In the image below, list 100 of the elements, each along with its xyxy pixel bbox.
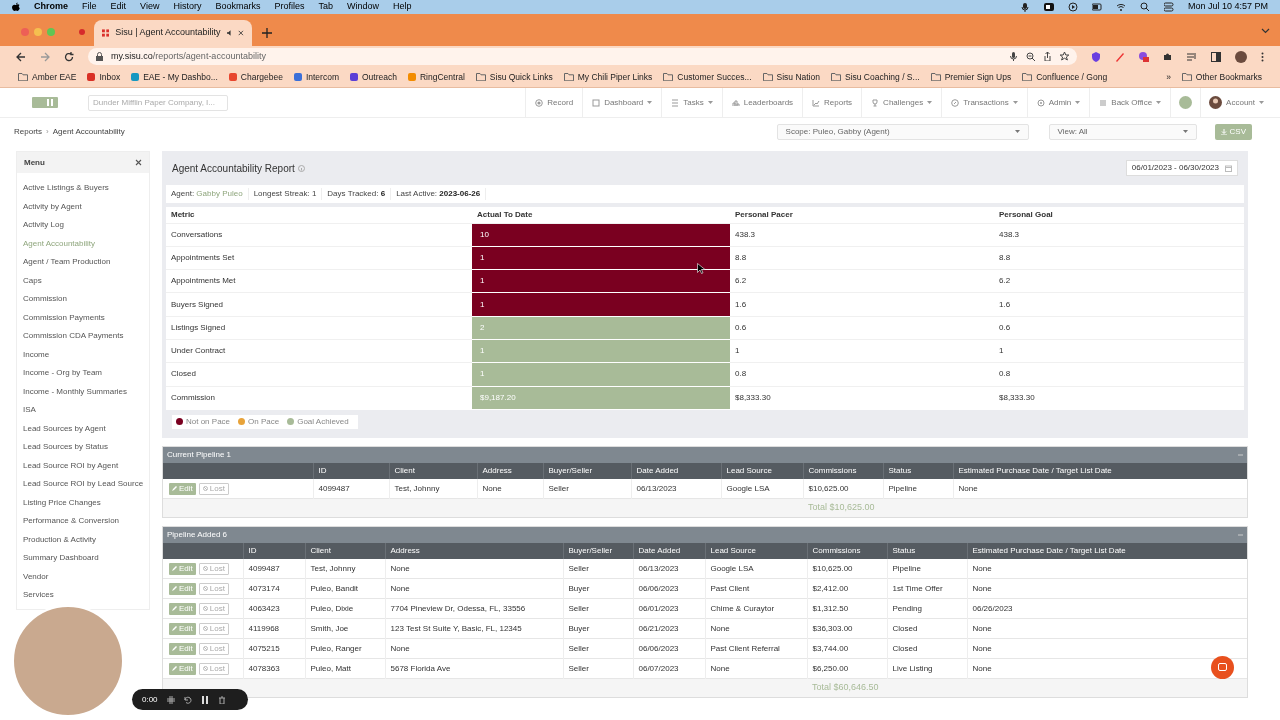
menu-item[interactable]: Profiles	[274, 0, 305, 14]
bookmark[interactable]: Confluence / Gong	[1022, 70, 1108, 84]
menu-item[interactable]: Lead Source ROI by Agent	[17, 456, 149, 475]
bookmark[interactable]: Outreach	[350, 70, 397, 84]
nav-item[interactable]: Back Office	[1089, 87, 1171, 118]
menu-item[interactable]: Income	[17, 345, 149, 364]
ban-icon	[202, 666, 208, 672]
pen-extension-icon[interactable]	[1115, 51, 1125, 62]
media-list-icon[interactable]	[1187, 51, 1197, 62]
bookmark[interactable]: Amber EAE	[18, 70, 77, 84]
menu-item[interactable]: Bookmarks	[215, 0, 261, 14]
pencil-icon	[172, 586, 177, 592]
nav-item[interactable]: Admin	[1026, 87, 1090, 118]
bookmark[interactable]: Premier Sign Ups	[930, 70, 1012, 84]
zoom-icon[interactable]	[1026, 52, 1035, 61]
menu-item[interactable]: Income - Org by Team	[17, 364, 149, 383]
menu-item[interactable]: Services	[17, 586, 149, 605]
menu-item[interactable]: Commission CDA Payments	[17, 327, 149, 346]
table-cell: 4073174	[243, 578, 305, 599]
menu-item[interactable]: Window	[346, 0, 379, 14]
browser-tab[interactable]: Sisu | Agent Accountability	[94, 20, 252, 46]
nav-item[interactable]: Transactions	[941, 87, 1027, 118]
bookmark[interactable]: EAE - My Dashbo...	[131, 70, 218, 84]
menu-item[interactable]: View	[140, 0, 160, 14]
menu-item[interactable]: Summary Dashboard	[17, 549, 149, 568]
puzzle-icon[interactable]	[1163, 51, 1173, 62]
menu-item[interactable]: Commission	[17, 290, 149, 309]
menu-item[interactable]: Chrome	[34, 0, 68, 14]
table-cell: Puleo, Matt	[305, 658, 385, 679]
star-icon[interactable]	[1060, 52, 1069, 61]
bookmark[interactable]: My Chili Piper Links	[563, 70, 653, 84]
menu-item[interactable]: Caps	[17, 271, 149, 290]
bookmark[interactable]: Other Bookmarks	[1181, 70, 1262, 84]
trophy-icon	[871, 98, 880, 107]
bookmark[interactable]: Customer Succes...	[663, 70, 752, 84]
menu-item[interactable]: Income - Monthly Summaries	[17, 382, 149, 401]
more-bookmarks-button[interactable]: »	[1166, 70, 1171, 84]
nav-item[interactable]: Record	[525, 87, 583, 118]
breadcrumb-link[interactable]: Reports	[14, 125, 42, 138]
menu-item[interactable]: Tab	[318, 0, 333, 14]
address-bar[interactable]: my.sisu.co/reports/agent-accountability	[88, 48, 1077, 65]
bookmark[interactable]: Intercom	[293, 70, 339, 84]
menu-item[interactable]: Performance & Conversion	[17, 512, 149, 531]
nav-item[interactable]: Tasks	[661, 87, 722, 118]
table-cell: $3,744.00	[807, 638, 887, 659]
close-icon[interactable]	[135, 159, 142, 166]
grid-icon[interactable]	[166, 695, 175, 704]
profile-avatar[interactable]	[1235, 50, 1247, 63]
menu-item[interactable]: Production & Activity	[17, 530, 149, 549]
pause-icon[interactable]	[200, 695, 209, 704]
more-menu-icon[interactable]	[1261, 51, 1264, 62]
menu-item[interactable]: Active Listings & Buyers	[17, 179, 149, 198]
table-cell: Test, Johnny	[389, 478, 477, 499]
menu-item[interactable]: Lead Source ROI by Lead Source	[17, 475, 149, 494]
menu-item[interactable]: File	[82, 0, 97, 14]
table-cell: Under Contract	[166, 339, 472, 363]
shield-extension-icon[interactable]	[1091, 51, 1101, 62]
account-menu[interactable]: Account	[1200, 87, 1264, 118]
bookmark[interactable]: Sisu Quick Links	[475, 70, 553, 84]
table-cell: Puleo, Ranger	[305, 638, 385, 659]
share-icon[interactable]	[1043, 52, 1052, 61]
menu-item[interactable]: Help	[393, 0, 412, 14]
menu-item[interactable]: Lead Sources by Status	[17, 438, 149, 457]
bookmark[interactable]: Inbox	[87, 70, 121, 84]
reload-icon[interactable]	[64, 51, 74, 62]
badge-extension-icon[interactable]	[1139, 51, 1149, 62]
table-cell: $2,412.00	[807, 578, 887, 599]
table-cell: None	[705, 618, 807, 639]
menu-item[interactable]: ISA	[17, 401, 149, 420]
bookmark[interactable]: Chargebee	[228, 70, 283, 84]
control-center-icon	[1163, 2, 1174, 12]
microphone-icon[interactable]	[1009, 52, 1018, 61]
menu-item[interactable]: Vendor	[17, 567, 149, 586]
nav-item[interactable]: Dashboard	[582, 87, 662, 118]
menu-item[interactable]: Activity Log	[17, 216, 149, 235]
scope-select[interactable]: Scope: Puleo, Gabby (Agent)	[776, 123, 1029, 140]
back-arrow-icon[interactable]	[16, 51, 26, 62]
nav-item[interactable]: Challenges	[861, 87, 942, 118]
column-header: Address	[385, 542, 563, 559]
nav-item[interactable]: Reports	[802, 87, 862, 118]
trash-icon[interactable]	[217, 695, 226, 704]
bookmark[interactable]: Sisu Coaching / S...	[830, 70, 920, 84]
table-cell: $1,312.50	[807, 598, 887, 619]
nav-item[interactable]: Leaderboards	[721, 87, 803, 118]
column-header: Date Added	[631, 462, 721, 479]
menu-item[interactable]: Lead Sources by Agent	[17, 419, 149, 438]
side-panel-icon[interactable]	[1211, 51, 1221, 62]
bookmark[interactable]: RingCentral	[407, 70, 465, 84]
view-select[interactable]: View: All	[1048, 123, 1197, 140]
menu-item[interactable]: Edit	[110, 0, 127, 14]
menu-item[interactable]: History	[173, 0, 202, 14]
date-range-field[interactable]: 06/01/2023 - 06/30/2023	[1125, 160, 1238, 176]
breadcrumb-link[interactable]: Agent Accountability	[52, 125, 125, 138]
table-cell: Smith, Joe	[305, 618, 385, 639]
menu-item[interactable]: Activity by Agent	[17, 197, 149, 216]
undo-icon[interactable]	[183, 695, 192, 704]
menu-item[interactable]: Listing Price Changes	[17, 493, 149, 512]
menu-item[interactable]: Commission Payments	[17, 308, 149, 327]
bookmark[interactable]: Sisu Nation	[762, 70, 820, 84]
menu-item[interactable]: Agent / Team Production	[17, 253, 149, 272]
